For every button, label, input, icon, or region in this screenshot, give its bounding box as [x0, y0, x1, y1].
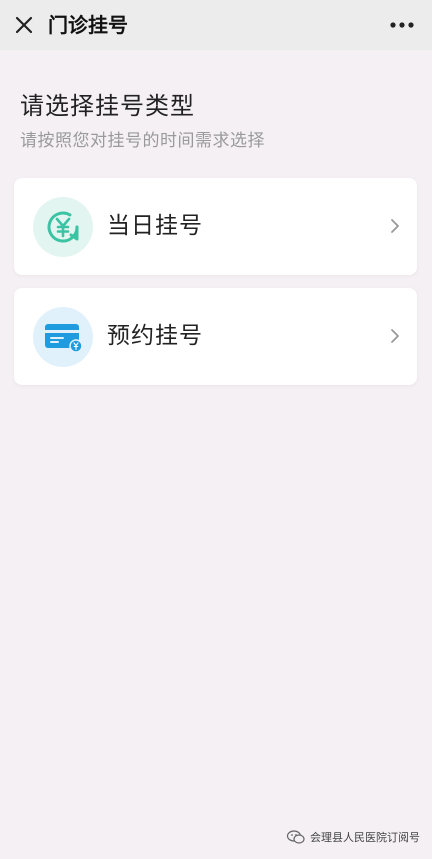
more-button[interactable]	[386, 11, 418, 39]
page-title: 门诊挂号	[48, 13, 128, 37]
close-button[interactable]	[10, 11, 38, 39]
close-icon	[15, 16, 33, 34]
watermark-text: 会理县人民医院订阅号	[310, 831, 420, 844]
same-day-registration-card[interactable]: 当日挂号	[14, 178, 417, 275]
section-subheading: 请按照您对挂号的时间需求选择	[20, 131, 265, 151]
card-icon	[45, 324, 83, 353]
appointment-registration-card[interactable]: 预约挂号	[14, 288, 417, 385]
card-label: 当日挂号	[107, 213, 203, 239]
yuan-circle-icon	[47, 211, 79, 243]
card-icon-wrapper	[33, 307, 93, 367]
section-heading: 请选择挂号类型	[20, 92, 195, 120]
more-icon	[390, 22, 414, 28]
wechat-subscription-icon	[286, 830, 305, 844]
card-label: 预约挂号	[107, 323, 203, 349]
chevron-right-icon	[391, 329, 399, 343]
card-icon-wrapper	[33, 197, 93, 257]
title-bar: 门诊挂号	[0, 0, 432, 50]
watermark: 会理县人民医院订阅号	[286, 829, 420, 845]
chevron-right-icon	[391, 219, 399, 233]
